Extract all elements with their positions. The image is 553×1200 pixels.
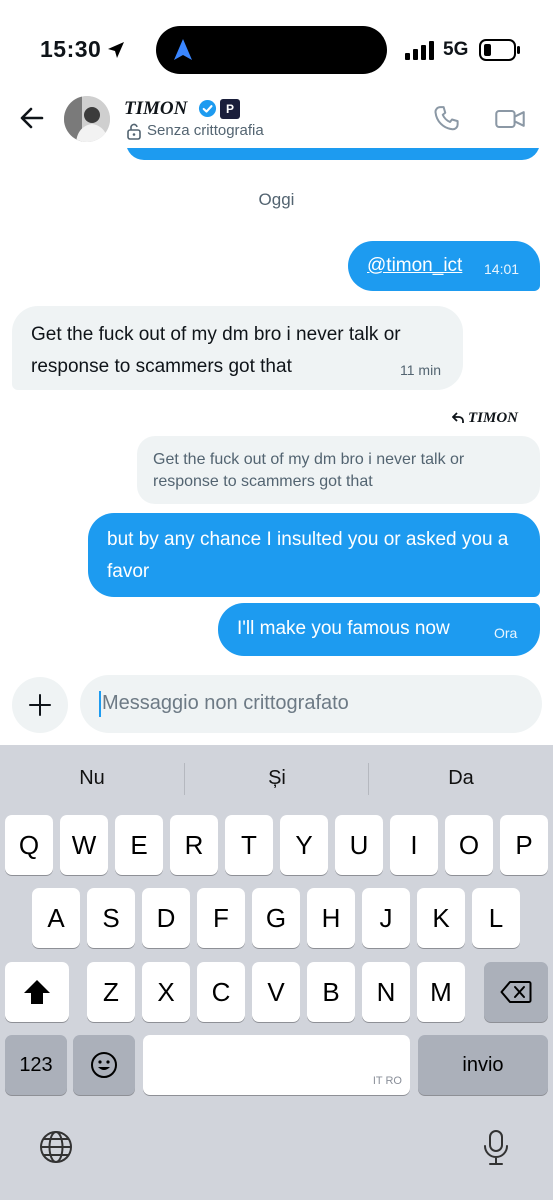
message-mention-link[interactable]: @timon_ict bbox=[367, 255, 462, 277]
key-m[interactable]: M bbox=[417, 962, 465, 1022]
key-q[interactable]: Q bbox=[5, 815, 53, 875]
message-bubble-outgoing[interactable]: but by any chance I insulted you or aske… bbox=[88, 513, 540, 597]
video-icon[interactable] bbox=[494, 104, 526, 134]
key-r[interactable]: R bbox=[170, 815, 218, 875]
message-input-placeholder: Messaggio non crittografato bbox=[102, 692, 349, 714]
chat-header: TIMON P Senza crittografia bbox=[0, 90, 553, 148]
message-input[interactable]: Messaggio non crittografato bbox=[80, 675, 542, 733]
key-n[interactable]: N bbox=[362, 962, 410, 1022]
lock-icon bbox=[127, 123, 141, 140]
dynamic-island bbox=[156, 26, 387, 74]
quoted-text: Get the fuck out of my dm bro i never ta… bbox=[153, 451, 465, 490]
contact-name[interactable]: TIMON bbox=[124, 98, 187, 120]
key-w[interactable]: W bbox=[60, 815, 108, 875]
battery-icon bbox=[479, 39, 520, 61]
backspace-key[interactable] bbox=[484, 962, 548, 1022]
key-j[interactable]: J bbox=[362, 888, 410, 948]
space-key[interactable]: IT RO bbox=[143, 1035, 410, 1095]
key-i[interactable]: I bbox=[390, 815, 438, 875]
key-u[interactable]: U bbox=[335, 815, 383, 875]
return-key[interactable]: invio bbox=[418, 1035, 548, 1095]
key-s[interactable]: S bbox=[87, 888, 135, 948]
message-text: I'll make you famous now bbox=[237, 618, 450, 639]
day-separator: Oggi bbox=[258, 190, 295, 209]
reply-arrow-icon bbox=[452, 412, 464, 423]
keyboard-languages: IT RO bbox=[372, 1075, 402, 1087]
globe-icon[interactable] bbox=[38, 1129, 74, 1165]
key-h[interactable]: H bbox=[307, 888, 355, 948]
signal-icon bbox=[405, 41, 434, 60]
message-bubble-outgoing[interactable]: I'll make you famous now Ora bbox=[218, 603, 540, 656]
message-bubble-incoming[interactable]: Get the fuck out of my dm bro i never ta… bbox=[12, 306, 463, 390]
key-l[interactable]: L bbox=[472, 888, 520, 948]
message-bubble-outgoing[interactable]: @timon_ict 14:01 bbox=[348, 241, 540, 291]
key-t[interactable]: T bbox=[225, 815, 273, 875]
quoted-message[interactable]: Get the fuck out of my dm bro i never ta… bbox=[137, 436, 540, 504]
key-v[interactable]: V bbox=[252, 962, 300, 1022]
back-arrow-icon[interactable] bbox=[16, 102, 48, 134]
network-type: 5G bbox=[443, 39, 469, 60]
message-text: but by any chance I insulted you or aske… bbox=[107, 529, 509, 582]
key-f[interactable]: F bbox=[197, 888, 245, 948]
message-text: Get the fuck out of my dm bro i never ta… bbox=[31, 324, 401, 377]
status-bar: 15:30 5G bbox=[0, 0, 553, 90]
key-b[interactable]: B bbox=[307, 962, 355, 1022]
key-d[interactable]: D bbox=[142, 888, 190, 948]
message-time: 11 min bbox=[400, 362, 441, 378]
status-time: 15:30 bbox=[40, 36, 102, 62]
suggestion-2[interactable]: Și bbox=[185, 767, 369, 790]
emoji-icon bbox=[91, 1052, 117, 1078]
reply-to-name: TIMON bbox=[468, 410, 519, 426]
emoji-key[interactable] bbox=[73, 1035, 135, 1095]
backspace-icon bbox=[500, 981, 532, 1003]
keyboard: Nu Și Da Q W E R T Y U I O P A S D F G H… bbox=[0, 745, 553, 1200]
suggestion-1[interactable]: Nu bbox=[0, 767, 184, 790]
suggestion-3[interactable]: Da bbox=[369, 767, 553, 790]
key-z[interactable]: Z bbox=[87, 962, 135, 1022]
shift-key[interactable] bbox=[5, 962, 69, 1022]
text-caret bbox=[99, 691, 101, 717]
key-o[interactable]: O bbox=[445, 815, 493, 875]
key-k[interactable]: K bbox=[417, 888, 465, 948]
key-y[interactable]: Y bbox=[280, 815, 328, 875]
message-time: 14:01 bbox=[484, 261, 520, 277]
location-arrow-icon bbox=[108, 42, 124, 58]
key-a[interactable]: A bbox=[32, 888, 80, 948]
verified-badge-icon bbox=[198, 99, 217, 118]
phone-icon[interactable] bbox=[432, 104, 462, 134]
key-p[interactable]: P bbox=[500, 815, 548, 875]
encryption-status: Senza crittografia bbox=[147, 122, 264, 139]
add-attachment-button[interactable] bbox=[12, 677, 68, 733]
avatar[interactable] bbox=[64, 96, 110, 142]
navigation-icon bbox=[174, 39, 192, 60]
key-g[interactable]: G bbox=[252, 888, 300, 948]
affiliate-badge: P bbox=[220, 99, 240, 119]
shift-icon bbox=[24, 980, 50, 1004]
key-x[interactable]: X bbox=[142, 962, 190, 1022]
microphone-icon[interactable] bbox=[482, 1129, 510, 1167]
message-time: Ora bbox=[494, 625, 518, 641]
key-e[interactable]: E bbox=[115, 815, 163, 875]
key-c[interactable]: C bbox=[197, 962, 245, 1022]
numbers-key[interactable]: 123 bbox=[5, 1035, 67, 1095]
